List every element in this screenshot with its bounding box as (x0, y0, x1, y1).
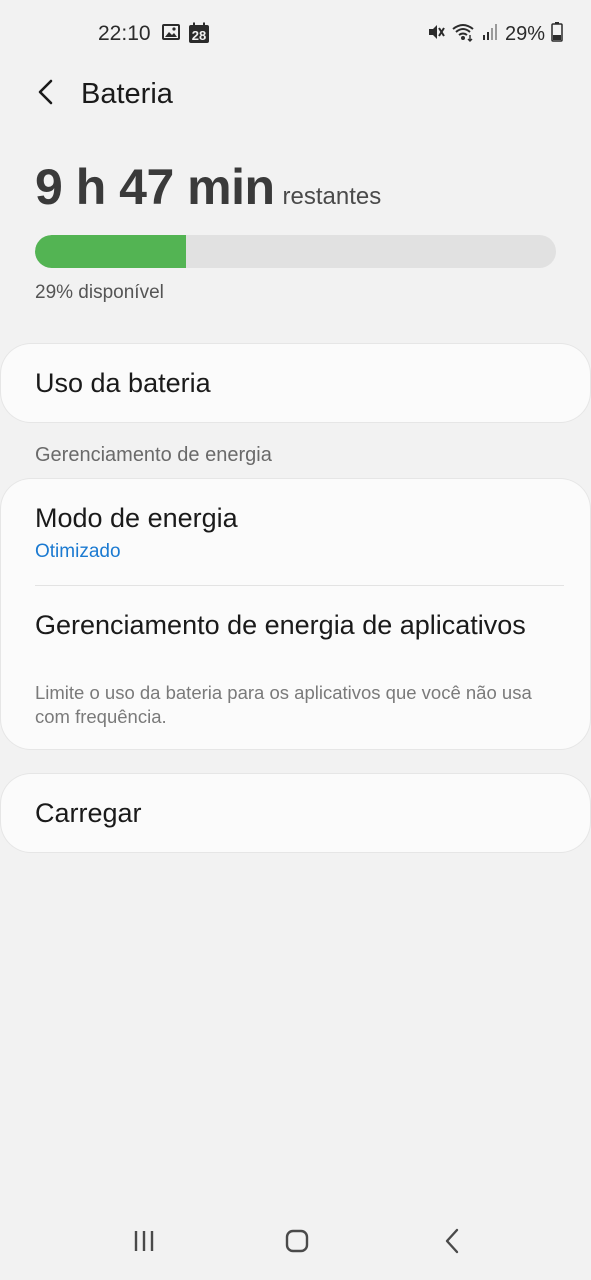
battery-level-fill (35, 235, 187, 268)
navigation-bar (0, 1205, 591, 1280)
signal-icon (481, 23, 499, 46)
power-mode-value: Otimizado (35, 541, 121, 562)
status-bar: 22:10 28 29% (0, 0, 591, 68)
home-icon (285, 1229, 309, 1258)
wifi-icon (451, 22, 475, 47)
page-title: Bateria (81, 78, 173, 110)
battery-usage-card[interactable]: Uso da bateria (1, 344, 590, 422)
battery-available-text: 29% disponível (35, 282, 164, 303)
app-power-management-title: Gerenciamento de energia de aplicativos (35, 610, 526, 640)
back-button[interactable] (30, 78, 62, 110)
remaining-suffix: restantes (282, 183, 382, 210)
battery-level-bar (35, 235, 556, 268)
recent-apps-button[interactable] (124, 1227, 164, 1259)
app-header: Bateria (0, 70, 591, 120)
back-nav-button[interactable] (432, 1227, 472, 1259)
vibrate-mute-icon (425, 22, 445, 47)
power-management-section-title: Gerenciamento de energia (35, 444, 272, 466)
status-right-group: 29% (425, 22, 563, 47)
charging-card[interactable]: Carregar (1, 774, 590, 852)
app-power-management-item[interactable]: Gerenciamento de energia de aplicativos … (1, 586, 590, 749)
back-icon (444, 1228, 460, 1259)
status-time: 22:10 (98, 22, 151, 45)
charging-label: Carregar (35, 798, 142, 828)
battery-usage-label: Uso da bateria (35, 368, 211, 398)
remaining-time: 9 h 47 min (35, 159, 275, 215)
image-icon (162, 24, 180, 45)
calendar-icon: 28 (188, 22, 210, 49)
power-management-card: Modo de energia Otimizado Gerenciamento … (1, 479, 590, 749)
recent-apps-icon (133, 1230, 155, 1257)
battery-remaining: 9 h 47 min restantes (35, 158, 381, 216)
calendar-day: 28 (192, 28, 206, 43)
battery-percent: 29% (504, 23, 545, 45)
app-power-management-description: Limite o uso da bateria para os aplicati… (35, 682, 532, 727)
home-button[interactable] (277, 1227, 317, 1259)
battery-icon (551, 22, 563, 47)
power-mode-title: Modo de energia (35, 503, 238, 533)
chevron-left-icon (37, 79, 55, 110)
power-mode-item[interactable]: Modo de energia Otimizado (1, 479, 590, 586)
